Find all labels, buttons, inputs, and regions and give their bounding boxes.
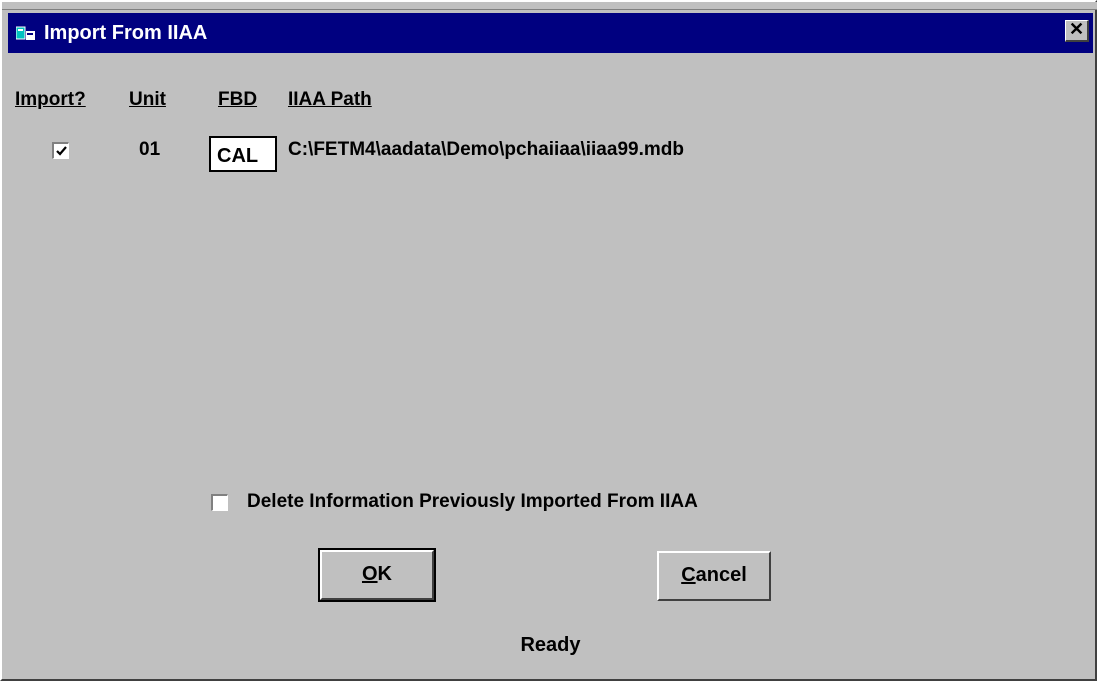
unit-value: 01 <box>139 139 161 160</box>
delete-previous-checkbox[interactable] <box>211 494 228 511</box>
cancel-button[interactable]: Cancel <box>657 551 771 601</box>
title-bar[interactable]: Import From IIAA ✕ <box>8 13 1093 53</box>
iiaa-path-value: C:\FETM4\aadata\Demo\pchaiiaa\iiaa99.mdb <box>288 139 684 160</box>
import-checkbox[interactable] <box>52 142 69 159</box>
column-header-unit: Unit <box>129 89 166 110</box>
close-button[interactable]: ✕ <box>1065 20 1089 42</box>
ok-button[interactable]: OK <box>318 548 436 602</box>
import-dialog: Import From IIAA ✕ Import? Unit FBD IIAA… <box>0 0 1097 681</box>
window-title: Import From IIAA <box>44 22 208 44</box>
delete-previous-label[interactable]: Delete Information Previously Imported F… <box>247 490 698 514</box>
ok-mnemonic: O <box>361 563 378 585</box>
fbd-field[interactable]: CAL <box>209 136 277 172</box>
parent-window-edge <box>2 2 1097 10</box>
column-header-import: Import? <box>15 89 86 110</box>
check-mark-icon <box>56 146 67 156</box>
column-header-fbd: FBD <box>218 89 258 110</box>
column-header-iiaa-path: IIAA Path <box>288 89 372 110</box>
ok-label-rest: K <box>377 563 392 585</box>
cancel-mnemonic: C <box>681 564 696 586</box>
cancel-label-rest: ancel <box>695 564 747 586</box>
status-text: Ready <box>520 634 581 656</box>
close-icon: ✕ <box>1068 19 1085 39</box>
app-window-icon <box>15 25 36 41</box>
